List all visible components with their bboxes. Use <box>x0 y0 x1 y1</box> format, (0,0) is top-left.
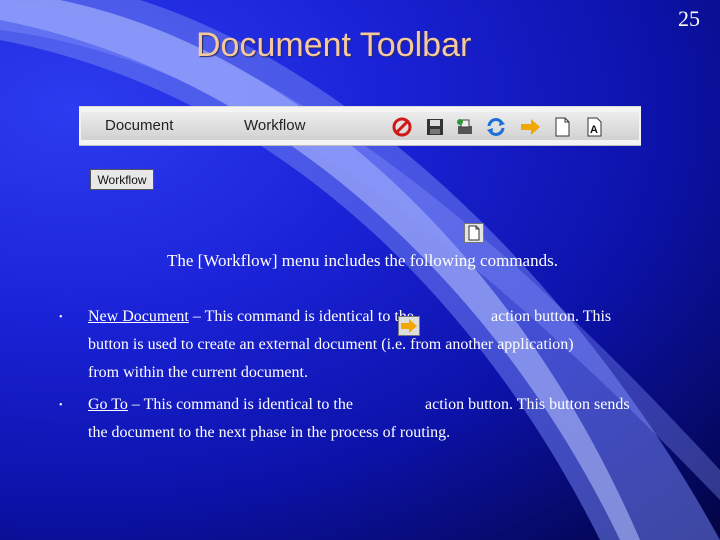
bullet-marker: • <box>59 400 63 411</box>
bullet-text: – This command is identical to the <box>127 396 353 413</box>
page-number: 25 <box>678 6 700 31</box>
goto-arrow-icon[interactable] <box>519 116 541 138</box>
new-document-icon[interactable] <box>551 116 573 138</box>
save-icon[interactable] <box>424 116 446 138</box>
bullet-new-document-line2: button is used to create an external doc… <box>88 336 574 353</box>
bullet-go-to-line1: Go To – This command is identical to the <box>88 396 353 414</box>
bullet-go-to-line2: the document to the next phase in the pr… <box>88 424 451 441</box>
print-icon[interactable] <box>454 116 476 138</box>
bullet-text: – This command is identical to the <box>188 308 414 325</box>
svg-text:A: A <box>590 124 598 136</box>
goto-arrow-icon <box>398 316 420 336</box>
refresh-icon[interactable] <box>485 116 507 138</box>
properties-icon[interactable]: A <box>583 116 605 138</box>
bullet-new-document-line3: from within the current document. <box>88 364 308 381</box>
intro-text: The [Workflow] menu includes the followi… <box>167 251 558 270</box>
bullet-marker: • <box>59 312 63 323</box>
slide-title: Document Toolbar <box>196 26 472 64</box>
cancel-icon[interactable] <box>391 116 413 138</box>
bullet-new-document-tail: action button. This <box>491 308 612 325</box>
bullet-new-document-line1: New Document – This command is identical… <box>88 308 414 326</box>
document-toolbar: Document Workflow A <box>79 106 641 146</box>
menu-workflow[interactable]: Workflow <box>244 117 305 134</box>
menu-document[interactable]: Document <box>105 117 173 134</box>
bullet-go-to-tail: action button. This button sends <box>425 396 630 413</box>
workflow-button[interactable]: Workflow <box>90 169 154 190</box>
go-to-link[interactable]: Go To <box>88 396 128 413</box>
new-document-link[interactable]: New Document <box>88 308 189 325</box>
new-document-icon <box>464 223 484 243</box>
